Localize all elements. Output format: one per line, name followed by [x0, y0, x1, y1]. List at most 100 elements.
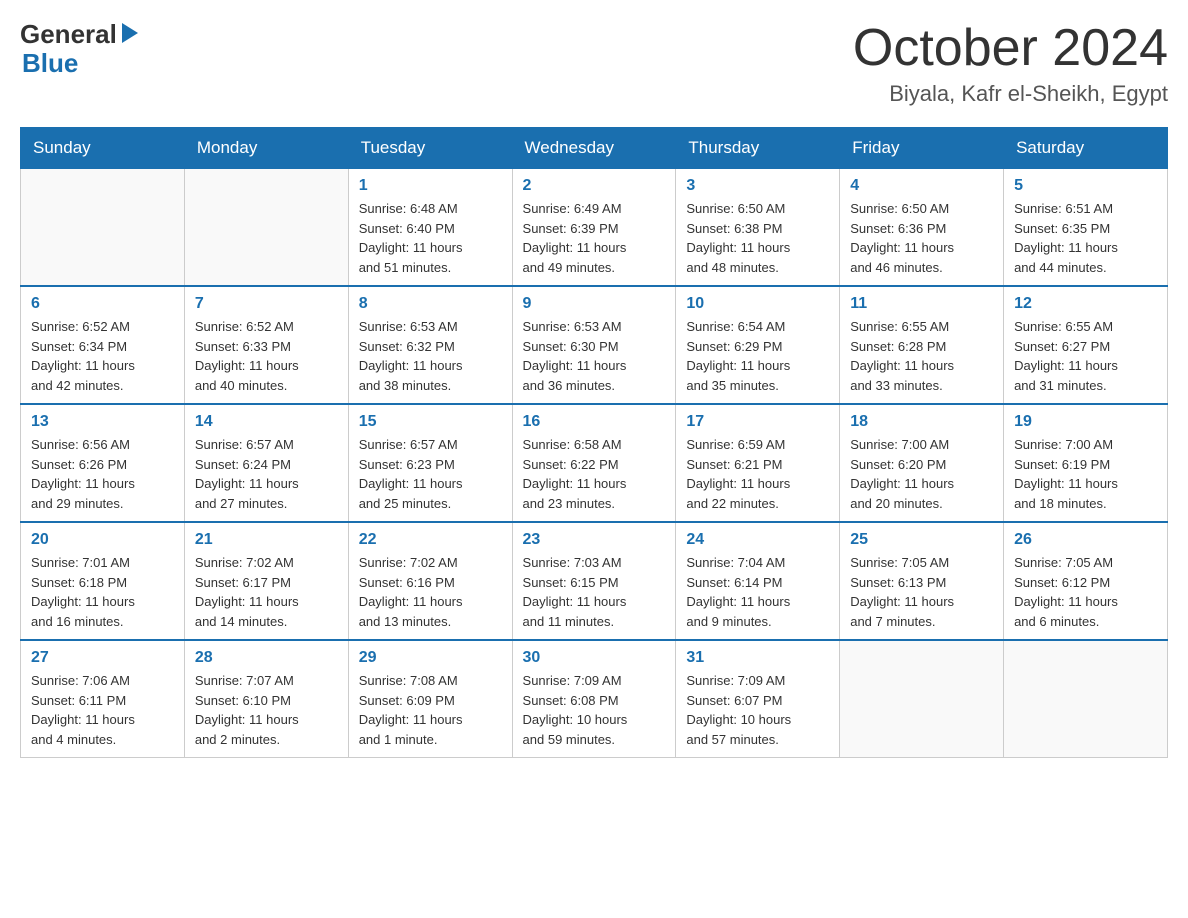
day-info: Sunrise: 6:50 AM Sunset: 6:38 PM Dayligh… — [686, 199, 829, 277]
day-info: Sunrise: 7:00 AM Sunset: 6:20 PM Dayligh… — [850, 435, 993, 513]
calendar-cell: 27Sunrise: 7:06 AM Sunset: 6:11 PM Dayli… — [21, 640, 185, 758]
calendar-cell: 9Sunrise: 6:53 AM Sunset: 6:30 PM Daylig… — [512, 286, 676, 404]
calendar-week-row: 27Sunrise: 7:06 AM Sunset: 6:11 PM Dayli… — [21, 640, 1168, 758]
day-info: Sunrise: 6:52 AM Sunset: 6:34 PM Dayligh… — [31, 317, 174, 395]
calendar-cell: 14 Sunrise: 6:57 AM Sunset: 6:24 PM Dayli… — [184, 404, 348, 522]
calendar-cell: 15 Sunrise: 6:57 AM Sunset: 6:23 PM Dayli… — [348, 404, 512, 522]
day-number: 7 — [195, 295, 338, 313]
day-number: 24 — [686, 531, 829, 549]
logo: General Blue — [20, 20, 138, 77]
day-number: 28 — [195, 649, 338, 667]
day-info: Sunrise: 7:00 AM Sunset: 6:19 PM Dayligh… — [1014, 435, 1157, 513]
calendar-cell: 24 Sunrise: 7:04 AM Sunset: 6:14 PM Dayli… — [676, 522, 840, 640]
day-number: 8 — [359, 295, 502, 313]
column-header-saturday: Saturday — [1004, 128, 1168, 169]
column-header-tuesday: Tuesday — [348, 128, 512, 169]
month-title: October 2024 — [853, 20, 1168, 77]
calendar-cell: 11 Sunrise: 6:55 AM Sunset: 6:28 PM Dayli… — [840, 286, 1004, 404]
day-info: Sunrise: 6:50 AM Sunset: 6:36 PM Dayligh… — [850, 199, 993, 277]
day-info: Sunrise: 7:01 AM Sunset: 6:18 PM Dayligh… — [31, 553, 174, 631]
day-number: 27 — [31, 649, 174, 667]
day-info: Sunrise: 7:02 AM Sunset: 6:16 PM Dayligh… — [359, 553, 502, 631]
calendar-cell: 22 Sunrise: 7:02 AM Sunset: 6:16 PM Dayli… — [348, 522, 512, 640]
calendar-cell: 17 Sunrise: 6:59 AM Sunset: 6:21 PM Dayli… — [676, 404, 840, 522]
title-section: October 2024 Biyala, Kafr el-Sheikh, Egy… — [853, 20, 1168, 107]
location-text: Biyala, Kafr el-Sheikh, Egypt — [853, 81, 1168, 107]
calendar-cell: 16Sunrise: 6:58 AM Sunset: 6:22 PM Dayli… — [512, 404, 676, 522]
day-info: Sunrise: 6:53 AM Sunset: 6:32 PM Dayligh… — [359, 317, 502, 395]
calendar-week-row: 6 Sunrise: 6:52 AM Sunset: 6:34 PM Daylig… — [21, 286, 1168, 404]
column-header-sunday: Sunday — [21, 128, 185, 169]
day-info: Sunrise: 6:51 AM Sunset: 6:35 PM Dayligh… — [1014, 199, 1157, 277]
calendar-cell: 12Sunrise: 6:55 AM Sunset: 6:27 PM Dayli… — [1004, 286, 1168, 404]
day-number: 9 — [523, 295, 666, 313]
calendar-header-row: SundayMondayTuesdayWednesdayThursdayFrid… — [21, 128, 1168, 169]
day-number: 17 — [686, 413, 829, 431]
day-number: 25 — [850, 531, 993, 549]
day-number: 18 — [850, 413, 993, 431]
day-info: Sunrise: 6:48 AM Sunset: 6:40 PM Dayligh… — [359, 199, 502, 277]
day-info: Sunrise: 7:09 AM Sunset: 6:07 PM Dayligh… — [686, 671, 829, 749]
day-number: 29 — [359, 649, 502, 667]
calendar-cell — [184, 169, 348, 287]
calendar-cell: 1 Sunrise: 6:48 AM Sunset: 6:40 PM Daylig… — [348, 169, 512, 287]
calendar-cell: 2 Sunrise: 6:49 AM Sunset: 6:39 PM Daylig… — [512, 169, 676, 287]
calendar-cell: 25Sunrise: 7:05 AM Sunset: 6:13 PM Dayli… — [840, 522, 1004, 640]
calendar-cell — [21, 169, 185, 287]
calendar-cell: 4 Sunrise: 6:50 AM Sunset: 6:36 PM Daylig… — [840, 169, 1004, 287]
day-info: Sunrise: 6:54 AM Sunset: 6:29 PM Dayligh… — [686, 317, 829, 395]
calendar-cell: 31 Sunrise: 7:09 AM Sunset: 6:07 PM Dayli… — [676, 640, 840, 758]
day-number: 1 — [359, 177, 502, 195]
calendar-cell: 28 Sunrise: 7:07 AM Sunset: 6:10 PM Dayli… — [184, 640, 348, 758]
day-info: Sunrise: 6:57 AM Sunset: 6:24 PM Dayligh… — [195, 435, 338, 513]
day-number: 15 — [359, 413, 502, 431]
logo-arrow-icon — [122, 23, 138, 43]
day-number: 2 — [523, 177, 666, 195]
calendar-week-row: 20 Sunrise: 7:01 AM Sunset: 6:18 PM Dayli… — [21, 522, 1168, 640]
calendar-cell: 5 Sunrise: 6:51 AM Sunset: 6:35 PM Daylig… — [1004, 169, 1168, 287]
calendar-cell: 10Sunrise: 6:54 AM Sunset: 6:29 PM Dayli… — [676, 286, 840, 404]
day-number: 20 — [31, 531, 174, 549]
day-number: 21 — [195, 531, 338, 549]
calendar-cell: 23Sunrise: 7:03 AM Sunset: 6:15 PM Dayli… — [512, 522, 676, 640]
calendar-cell: 18 Sunrise: 7:00 AM Sunset: 6:20 PM Dayli… — [840, 404, 1004, 522]
calendar-cell: 6 Sunrise: 6:52 AM Sunset: 6:34 PM Daylig… — [21, 286, 185, 404]
calendar-cell: 7 Sunrise: 6:52 AM Sunset: 6:33 PM Daylig… — [184, 286, 348, 404]
calendar-week-row: 1 Sunrise: 6:48 AM Sunset: 6:40 PM Daylig… — [21, 169, 1168, 287]
day-number: 6 — [31, 295, 174, 313]
day-info: Sunrise: 7:05 AM Sunset: 6:12 PM Dayligh… — [1014, 553, 1157, 631]
day-info: Sunrise: 7:02 AM Sunset: 6:17 PM Dayligh… — [195, 553, 338, 631]
day-info: Sunrise: 6:49 AM Sunset: 6:39 PM Dayligh… — [523, 199, 666, 277]
calendar-cell: 8 Sunrise: 6:53 AM Sunset: 6:32 PM Daylig… — [348, 286, 512, 404]
day-number: 5 — [1014, 177, 1157, 195]
calendar-cell: 13 Sunrise: 6:56 AM Sunset: 6:26 PM Dayli… — [21, 404, 185, 522]
day-number: 14 — [195, 413, 338, 431]
day-number: 23 — [523, 531, 666, 549]
calendar-cell — [840, 640, 1004, 758]
column-header-thursday: Thursday — [676, 128, 840, 169]
calendar-cell: 29 Sunrise: 7:08 AM Sunset: 6:09 PM Dayli… — [348, 640, 512, 758]
day-info: Sunrise: 6:59 AM Sunset: 6:21 PM Dayligh… — [686, 435, 829, 513]
day-info: Sunrise: 6:52 AM Sunset: 6:33 PM Dayligh… — [195, 317, 338, 395]
day-number: 30 — [523, 649, 666, 667]
calendar-cell: 21 Sunrise: 7:02 AM Sunset: 6:17 PM Dayli… — [184, 522, 348, 640]
day-number: 3 — [686, 177, 829, 195]
day-number: 12 — [1014, 295, 1157, 313]
day-info: Sunrise: 7:08 AM Sunset: 6:09 PM Dayligh… — [359, 671, 502, 749]
day-number: 22 — [359, 531, 502, 549]
day-info: Sunrise: 7:09 AM Sunset: 6:08 PM Dayligh… — [523, 671, 666, 749]
day-number: 16 — [523, 413, 666, 431]
calendar-cell: 26Sunrise: 7:05 AM Sunset: 6:12 PM Dayli… — [1004, 522, 1168, 640]
day-info: Sunrise: 6:55 AM Sunset: 6:28 PM Dayligh… — [850, 317, 993, 395]
day-number: 11 — [850, 295, 993, 313]
day-number: 31 — [686, 649, 829, 667]
day-info: Sunrise: 7:04 AM Sunset: 6:14 PM Dayligh… — [686, 553, 829, 631]
day-number: 13 — [31, 413, 174, 431]
logo-blue-text: Blue — [20, 49, 138, 78]
calendar-cell: 19Sunrise: 7:00 AM Sunset: 6:19 PM Dayli… — [1004, 404, 1168, 522]
day-info: Sunrise: 6:57 AM Sunset: 6:23 PM Dayligh… — [359, 435, 502, 513]
day-info: Sunrise: 7:07 AM Sunset: 6:10 PM Dayligh… — [195, 671, 338, 749]
page-header: General Blue October 2024 Biyala, Kafr e… — [20, 20, 1168, 107]
day-number: 4 — [850, 177, 993, 195]
day-info: Sunrise: 6:56 AM Sunset: 6:26 PM Dayligh… — [31, 435, 174, 513]
